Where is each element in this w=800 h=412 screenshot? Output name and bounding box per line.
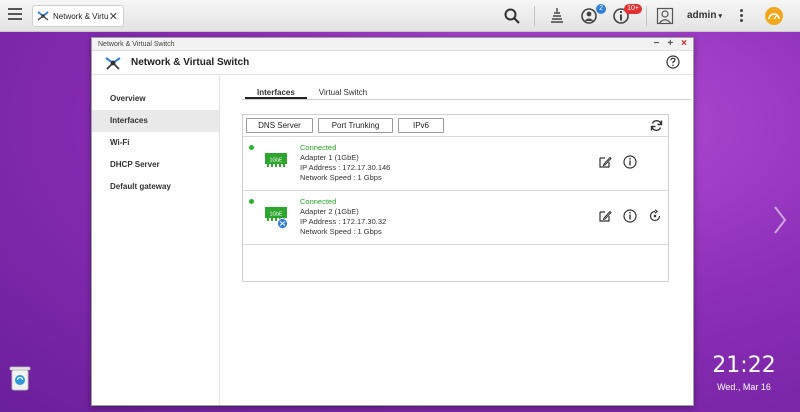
virtual-switch-badge-icon (277, 218, 288, 229)
window-title: Network & Virtual Switch (98, 41, 175, 48)
clock-date: Wed., Mar 16 (717, 382, 771, 392)
minimize-icon[interactable]: − (653, 38, 659, 50)
sidebar-item-default-gateway[interactable]: Default gateway (92, 176, 219, 198)
sidebar-item-dhcp-server[interactable]: DHCP Server (92, 154, 219, 176)
more-options-icon[interactable] (740, 9, 744, 24)
port-trunking-button[interactable]: Port Trunking (318, 118, 393, 133)
window-titlebar[interactable]: Network & Virtual Switch − + × (92, 38, 693, 51)
chevron-down-icon: ▾ (718, 13, 722, 20)
refresh-icon[interactable] (650, 119, 663, 132)
clock-time: 21:22 (712, 353, 776, 378)
close-icon[interactable]: ✕ (109, 10, 118, 23)
search-icon[interactable] (503, 7, 521, 25)
status-indicator (249, 199, 254, 204)
taskbar-tab-network[interactable]: Network & Virtu... ✕ (32, 5, 124, 27)
nic-speed-label: 1GbE (270, 212, 283, 218)
dashboard-gauge-icon[interactable] (765, 7, 783, 25)
adapter-row: 1GbE Connected Adapter 2 (1GbE) IP Addre… (243, 191, 668, 245)
close-window-icon[interactable]: × (681, 38, 687, 50)
dns-server-button[interactable]: DNS Server (246, 118, 313, 133)
network-adapter-icon: 1GbE (265, 153, 287, 167)
connection-status: Connected (300, 143, 337, 152)
interfaces-toolbar: DNS Server Port Trunking IPv6 (243, 115, 668, 137)
adapter-row: 1GbE Connected Adapter 1 (1GbE) IP Addre… (243, 137, 668, 191)
adapter-name: Adapter 2 (1GbE) (300, 207, 359, 216)
sidebar-item-overview[interactable]: Overview (92, 88, 219, 110)
background-tasks-icon[interactable] (548, 7, 566, 25)
desktop-clock: 21:22 Wed., Mar 16 (709, 353, 779, 393)
ipv6-button[interactable]: IPv6 (398, 118, 444, 133)
info-icon[interactable] (623, 209, 637, 223)
user-label: admin (687, 10, 717, 21)
notifications-icon[interactable]: 2 (580, 4, 606, 25)
sidebar-item-interfaces[interactable]: Interfaces (92, 110, 219, 132)
nic-speed-label: 1GbE (270, 158, 283, 164)
main-panel: Interfaces Virtual Switch DNS Server Por… (221, 76, 693, 405)
events-badge: 10+ (624, 4, 642, 14)
edit-icon[interactable] (598, 209, 612, 223)
network-switch-icon (105, 56, 121, 70)
sidebar: Overview Interfaces Wi-Fi DHCP Server De… (92, 76, 220, 405)
taskbar: Network & Virtu... ✕ 2 10+ admin ▾ (0, 0, 800, 32)
info-icon[interactable] (623, 155, 637, 169)
maximize-icon[interactable]: + (667, 38, 673, 50)
release-renew-icon[interactable] (648, 209, 662, 223)
notifications-badge: 2 (596, 4, 606, 14)
app-header: Network & Virtual Switch (92, 51, 693, 75)
main-menu-icon[interactable] (8, 8, 22, 22)
tab-interfaces[interactable]: Interfaces (245, 86, 307, 99)
window-controls: − + × (653, 38, 687, 50)
ip-address: IP Address : 172.17.30.32 (300, 217, 387, 226)
status-indicator (249, 145, 254, 150)
user-menu[interactable]: admin ▾ (687, 10, 722, 21)
chevron-right-icon[interactable] (772, 205, 788, 235)
adapter-info: Connected Adapter 2 (1GbE) IP Address : … (300, 197, 386, 237)
interfaces-panel: DNS Server Port Trunking IPv6 1GbE Conne… (242, 114, 669, 282)
connection-status: Connected (300, 197, 337, 206)
window-body: Overview Interfaces Wi-Fi DHCP Server De… (92, 76, 693, 405)
user-avatar-icon[interactable] (656, 7, 674, 25)
divider (534, 6, 535, 26)
network-app-icon (37, 11, 49, 21)
adapter-name: Adapter 1 (1GbE) (300, 153, 359, 162)
divider (646, 6, 647, 26)
app-title: Network & Virtual Switch (131, 57, 250, 68)
network-speed: Network Speed : 1 Gbps (300, 227, 382, 236)
edit-icon[interactable] (598, 155, 612, 169)
adapter-info: Connected Adapter 1 (1GbE) IP Address : … (300, 143, 390, 183)
ip-address: IP Address : 172.17.30.146 (300, 163, 391, 172)
taskbar-tab-label: Network & Virtu... (53, 11, 109, 21)
tab-bar: Interfaces Virtual Switch (242, 86, 691, 100)
network-window: Network & Virtual Switch − + × Network &… (91, 37, 694, 406)
sidebar-item-wifi[interactable]: Wi-Fi (92, 132, 219, 154)
event-notifications-icon[interactable]: 10+ (612, 4, 642, 25)
tab-virtual-switch[interactable]: Virtual Switch (307, 86, 379, 99)
recycle-bin-icon[interactable] (8, 364, 32, 392)
help-icon[interactable] (666, 55, 680, 69)
network-speed: Network Speed : 1 Gbps (300, 173, 382, 182)
